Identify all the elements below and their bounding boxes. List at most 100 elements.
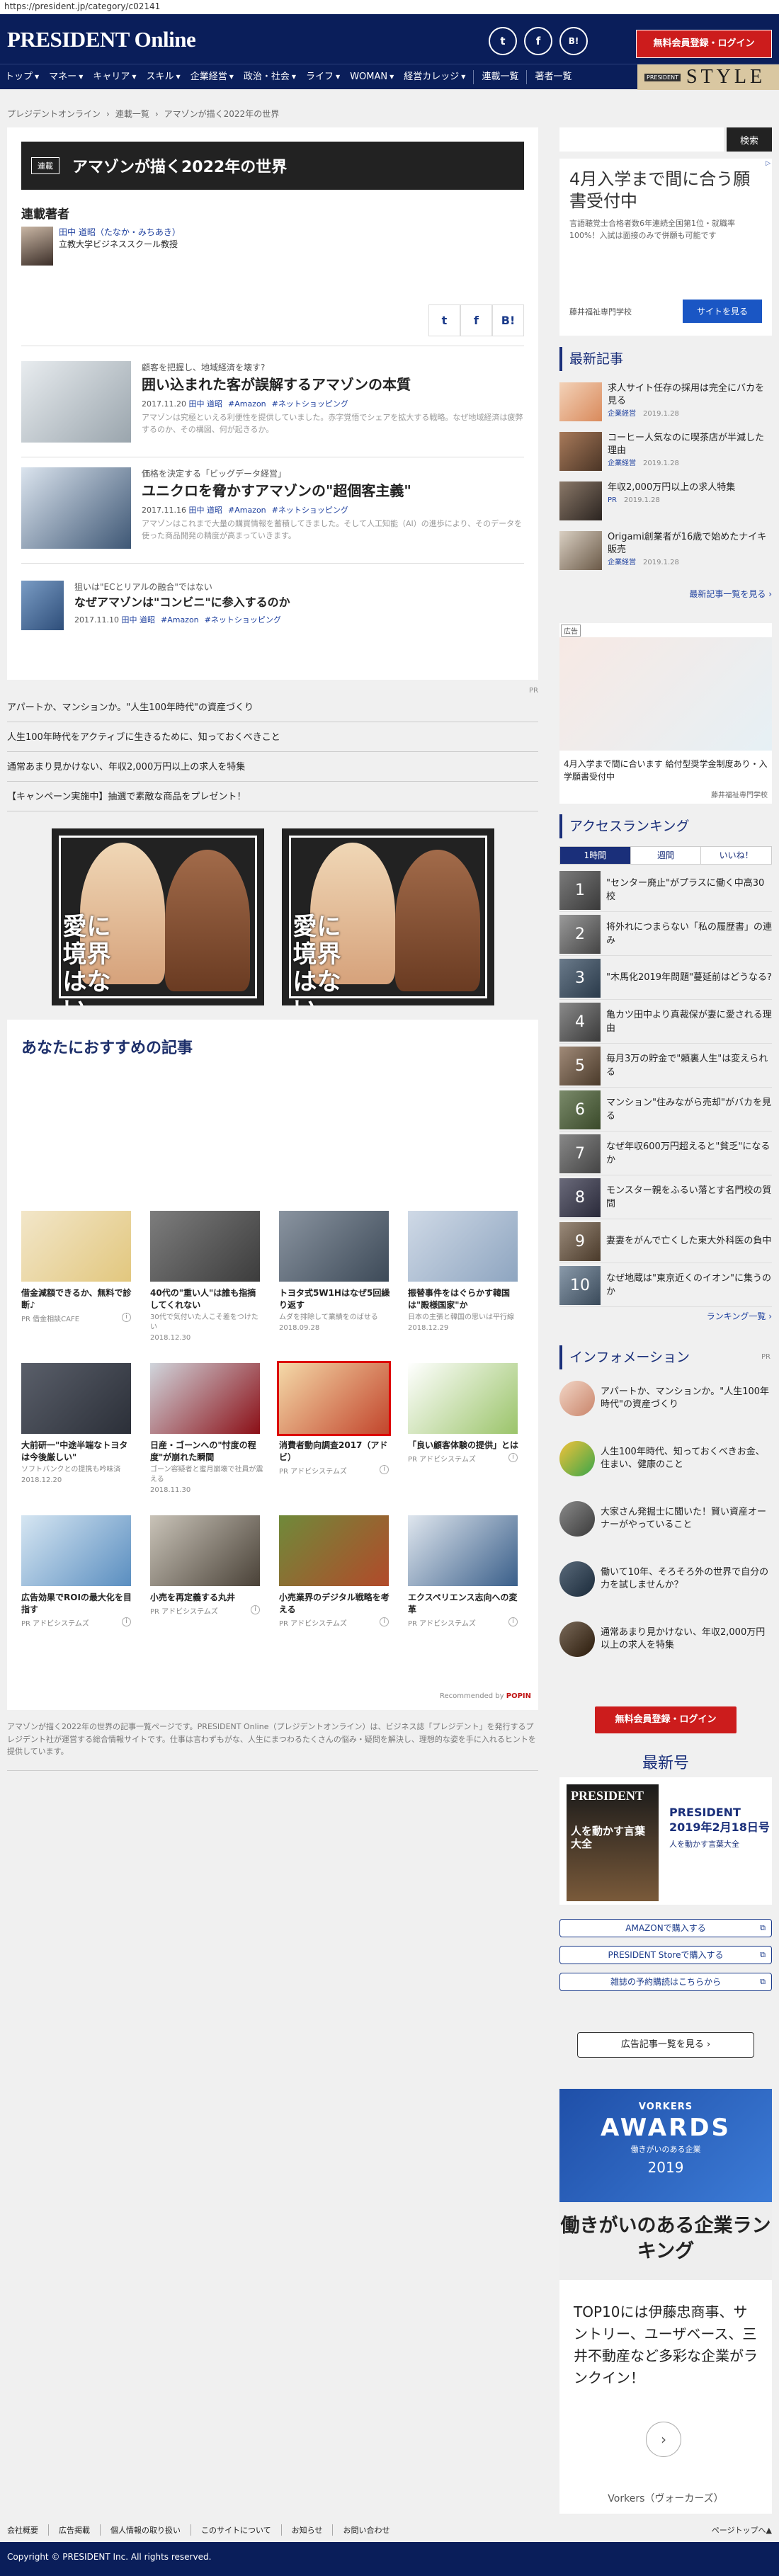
article-title[interactable]: ユニクロを脅かすアマゾンの"超個客主義" bbox=[142, 482, 524, 500]
recommend-title-text[interactable]: 「良い顧客体験の提供」とは bbox=[408, 1440, 521, 1452]
ranking-item[interactable]: 7 なぜ年収600万円超えると"貧乏"になるか bbox=[559, 1133, 772, 1175]
article-thumbnail[interactable] bbox=[21, 467, 131, 549]
info-item[interactable]: 通常あまり見かけない、年収2,000万円以上の求人を特集 bbox=[559, 1622, 772, 1657]
recommend-title-text[interactable]: 大前研一"中途半端なトヨタは今後厳しい" bbox=[21, 1440, 135, 1464]
latest-title[interactable]: Origami創業者が16歳で始めたナイキ販売 bbox=[608, 531, 772, 556]
latest-category[interactable]: 企業経営 bbox=[608, 410, 636, 418]
pr-link[interactable]: 【キャンペーン実施中】抽選で素敵な商品をプレゼント！ bbox=[7, 783, 538, 811]
recommend-thumbnail[interactable] bbox=[408, 1515, 518, 1586]
recommend-title-text[interactable]: 広告効果でROIの最大化を目指す bbox=[21, 1592, 135, 1616]
nav-item-skill[interactable]: スキル ▼ bbox=[142, 64, 186, 90]
info-item[interactable]: 働いて10年、そろそろ外の世界で自分の力を試しませんか？ bbox=[559, 1561, 772, 1597]
latest-item[interactable]: コーヒー人気なのに喫茶店が半減した理由 企業経営 2019.1.28 bbox=[559, 432, 772, 471]
page-top-link[interactable]: ページトップへ▲ bbox=[712, 2524, 772, 2536]
ranking-item[interactable]: 4 亀カツ田中より真裁保が妻に愛される理由 bbox=[559, 1001, 772, 1044]
recommend-thumbnail[interactable] bbox=[408, 1363, 518, 1434]
info-icon[interactable]: i bbox=[508, 1617, 518, 1626]
breadcrumb-series-list[interactable]: 連載一覧 bbox=[115, 109, 149, 119]
recommend-title-text[interactable]: 消費者動向調査2017（アドビ） bbox=[279, 1440, 392, 1464]
nav-item-life[interactable]: ライフ ▼ bbox=[301, 64, 345, 90]
latest-item[interactable]: 求人サイト任存の採用は完全にバカを見る 企業経営 2019.1.28 bbox=[559, 382, 772, 421]
author-name[interactable]: 田中 道昭（たなか・みちあき） bbox=[59, 227, 181, 239]
info-icon[interactable]: i bbox=[380, 1464, 389, 1474]
ad-articles-button[interactable]: 広告記事一覧を見る › bbox=[577, 2032, 754, 2058]
subscription-button[interactable]: 雑誌の予約購読はこちらから ⧉ bbox=[559, 1973, 772, 1991]
tab-likes[interactable]: いいね！ bbox=[701, 847, 771, 864]
recommend-title-text[interactable]: エクスペリエンス志向への変革 bbox=[408, 1592, 521, 1616]
recommend-item[interactable]: 日産・ゴーンへの"忖度の程度"が崩れた瞬間 ゴーン容疑者と蜜月崩壊で社員が震える 2… bbox=[150, 1363, 263, 1494]
recommend-thumbnail[interactable] bbox=[408, 1211, 518, 1282]
ranking-title[interactable]: 将外れにつまらない「私の履歴書」の連み bbox=[606, 921, 772, 947]
recommend-thumbnail[interactable] bbox=[279, 1211, 389, 1282]
footer-link-privacy[interactable]: 個人情報の取り扱い bbox=[101, 2524, 191, 2536]
recommend-title-text[interactable]: 振替事件をはぐらかす韓国は"殿様国家"か bbox=[408, 1287, 521, 1311]
recommend-title-text[interactable]: 小売業界のデジタル戦略を考える bbox=[279, 1592, 392, 1616]
info-icon[interactable]: i bbox=[508, 1452, 518, 1462]
info-thumbnail[interactable] bbox=[559, 1441, 595, 1476]
footer-link-news[interactable]: お知らせ bbox=[282, 2524, 334, 2536]
info-thumbnail[interactable] bbox=[559, 1622, 595, 1657]
latest-title[interactable]: 年収2,000万円以上の求人特集 bbox=[608, 481, 735, 494]
article-title[interactable]: 囲い込まれた客が誤解するアマゾンの本質 bbox=[142, 376, 524, 394]
footer-link-about[interactable]: このサイトについて bbox=[191, 2524, 282, 2536]
pr-link[interactable]: 通常あまり見かけない、年収2,000万円以上の求人を特集 bbox=[7, 753, 538, 782]
recommend-thumbnail[interactable] bbox=[21, 1211, 131, 1282]
ranking-title[interactable]: なぜ地蔵は"東京近くのイオン"に集うのか bbox=[606, 1272, 772, 1298]
ranking-title[interactable]: マンション"住みながら売却"がバカを見る bbox=[606, 1097, 772, 1122]
recommend-item[interactable]: エクスペリエンス志向への変革 PR アドビシステムズ i bbox=[408, 1515, 521, 1628]
nav-item-top[interactable]: トップ ▼ bbox=[0, 64, 44, 90]
banner-ad[interactable]: 愛に境界はない bbox=[281, 828, 494, 1005]
article-item[interactable]: 顧客を把握し、地域経済を壊す? 囲い込まれた客が誤解するアマゾンの本質 2017… bbox=[21, 361, 524, 443]
register-login-button[interactable]: 無料会員登録・ログイン bbox=[595, 1706, 737, 1733]
recommend-item[interactable]: 小売を再定義する丸井 PR アドビシステムズ i bbox=[150, 1515, 263, 1616]
recommend-title-text[interactable]: 日産・ゴーンへの"忖度の程度"が崩れた瞬間 bbox=[150, 1440, 263, 1464]
article-author[interactable]: 田中 道昭 bbox=[121, 615, 155, 625]
chevron-right-icon[interactable]: › bbox=[646, 2422, 681, 2457]
ranking-title[interactable]: 妻妻をがんで亡くした東大外科医の負中 bbox=[606, 1235, 771, 1248]
footer-link-company[interactable]: 会社概要 bbox=[7, 2524, 49, 2536]
share-hatena-icon[interactable]: B! bbox=[492, 304, 524, 336]
ranking-title[interactable]: なぜ年収600万円超えると"貧乏"になるか bbox=[606, 1141, 772, 1166]
nav-item-career[interactable]: キャリア ▼ bbox=[88, 64, 141, 90]
info-title[interactable]: 通常あまり見かけない、年収2,000万円以上の求人を特集 bbox=[601, 1626, 772, 1652]
article-tag[interactable]: #ネットショッピング bbox=[272, 506, 348, 515]
info-thumbnail[interactable] bbox=[559, 1381, 595, 1416]
article-tag[interactable]: #Amazon bbox=[161, 615, 199, 625]
info-thumbnail[interactable] bbox=[559, 1501, 595, 1537]
search-button[interactable]: 検索 bbox=[727, 127, 772, 152]
twitter-icon[interactable]: t bbox=[489, 27, 517, 55]
recommend-item[interactable]: 40代の"重い人"は誰も指摘してくれない 30代で気付いた人こそ差をつけたい 201… bbox=[150, 1211, 263, 1342]
latest-issue-box[interactable]: PRESIDENT 人を動かす言葉大全 PRESIDENT 2019年2月18日… bbox=[559, 1777, 772, 1905]
article-tag[interactable]: #Amazon bbox=[228, 506, 266, 515]
info-thumbnail[interactable] bbox=[559, 1561, 595, 1597]
site-logo[interactable]: PRESIDENT Online bbox=[7, 27, 196, 52]
ranking-title[interactable]: 亀カツ田中より真裁保が妻に愛される理由 bbox=[606, 1009, 772, 1035]
recommend-title-text[interactable]: トヨタ式5W1Hはなぜ5回繰り返す bbox=[279, 1287, 392, 1311]
nav-item-money[interactable]: マネー ▼ bbox=[44, 64, 88, 90]
article-thumbnail[interactable] bbox=[21, 581, 64, 630]
tab-hourly[interactable]: 1時間 bbox=[560, 847, 631, 864]
recommend-item[interactable]: 振替事件をはぐらかす韓国は"殿様国家"か 日本の主張と韓国の思いは平行線 2018.… bbox=[408, 1211, 521, 1332]
adchoice-icon[interactable]: ▷ bbox=[766, 160, 771, 167]
recommend-thumbnail[interactable] bbox=[277, 1361, 391, 1436]
president-style-link[interactable]: PRESIDENT STYLE bbox=[637, 64, 779, 90]
recommend-thumbnail[interactable] bbox=[150, 1363, 260, 1434]
recommend-item[interactable]: トヨタ式5W1Hはなぜ5回繰り返す ムダを排除して業績をのばせる 2018.09.2… bbox=[279, 1211, 392, 1332]
ranking-item[interactable]: 6 マンション"住みながら売却"がバカを見る bbox=[559, 1089, 772, 1132]
store-buy-button[interactable]: PRESIDENT Storeで購入する ⧉ bbox=[559, 1946, 772, 1964]
recommend-thumbnail[interactable] bbox=[150, 1515, 260, 1586]
recommend-thumbnail[interactable] bbox=[21, 1515, 131, 1586]
ranking-item[interactable]: 1 "センター廃止"がプラスに働く中高30校 bbox=[559, 870, 772, 912]
ad-banner[interactable]: VORKERS AWARDS 働きがいのある企業 2019 働きがいのある企業ラ… bbox=[559, 2089, 772, 2514]
article-title[interactable]: なぜアマゾンは"コンビニ"に参入するのか bbox=[74, 595, 290, 610]
ranking-item[interactable]: 8 モンスター親をふるい落とす名門校の質問 bbox=[559, 1177, 772, 1219]
ad-banner[interactable]: 広告 4月入学まで間に合います 給付型奨学金制度あり・入学願書受付中 藤井福祉専… bbox=[559, 623, 772, 804]
nav-item-author-list[interactable]: 著者一覧 bbox=[530, 64, 576, 90]
footer-link-contact[interactable]: お問い合わせ bbox=[333, 2524, 399, 2536]
info-title[interactable]: 人生100年時代、知っておくべきお金、住まい、健康のこと bbox=[601, 1446, 772, 1471]
nav-item-woman[interactable]: WOMAN ▼ bbox=[345, 64, 399, 90]
info-title[interactable]: 大家さん発掘士に聞いた！賢い資産オーナーがやっていること bbox=[601, 1506, 772, 1532]
breadcrumb-home[interactable]: プレジデントオンライン bbox=[7, 109, 101, 119]
pr-link[interactable]: アパートか、マンションか。"人生100年時代"の資産づくり bbox=[7, 694, 538, 722]
issue-cover[interactable]: PRESIDENT 人を動かす言葉大全 bbox=[567, 1784, 659, 1901]
